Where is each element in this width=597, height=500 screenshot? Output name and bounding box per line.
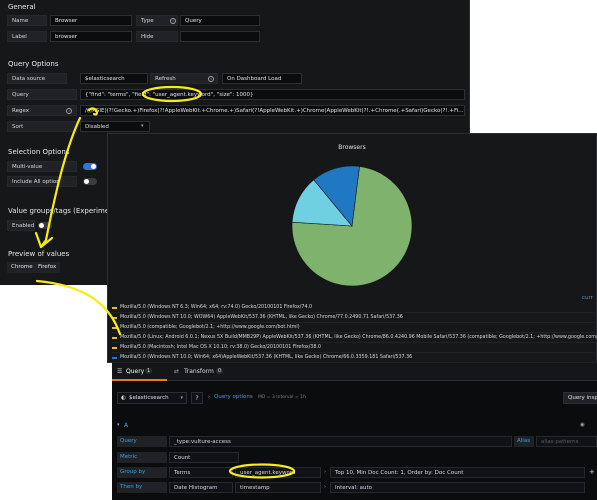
legend-item[interactable]: Mozilla/5.0 (Macintosh; Intel Mac OS X 1…	[112, 343, 597, 353]
query-inspector-button[interactable]: Query inspe	[563, 392, 597, 404]
sort-select[interactable]: Disabled	[80, 121, 150, 132]
help-icon[interactable]: ?	[191, 392, 203, 404]
tab-query[interactable]: ☰ Query 1	[112, 363, 167, 381]
elasticsearch-icon: ◐	[121, 395, 126, 401]
legend-item[interactable]: Mozilla/5.0 (Linux; Android 6.0.1; Nexus…	[112, 333, 597, 343]
chevron-down-icon: ▾	[117, 422, 120, 428]
transform-icon: ⇄	[174, 368, 180, 375]
then-by-field[interactable]: timestamp	[235, 482, 321, 493]
legend-label: Mozilla/5.0 (compatible; Googlebot/2.1; …	[120, 325, 300, 330]
datasource-picker[interactable]: ◐ $elasticsearch ▾	[117, 392, 187, 404]
legend-swatch	[112, 317, 117, 319]
enabled-label: Enabled	[7, 220, 35, 231]
panel-title: Browsers	[338, 144, 366, 151]
regex-input[interactable]: /((MSIE)(?!Gecko.+)Firefox(?!AppleWebKit…	[80, 105, 465, 116]
then-by-type[interactable]: Date Histogram	[169, 482, 233, 493]
include-all-toggle[interactable]	[83, 178, 97, 185]
type-select[interactable]: Query	[180, 15, 260, 26]
chevron-right-icon: ›	[324, 484, 326, 490]
metric-type[interactable]: Count	[169, 452, 239, 463]
chevron-down-icon: ▾	[180, 395, 183, 401]
tab-query-count: 1	[145, 368, 153, 374]
group-by-label: Group by	[117, 467, 167, 478]
query-tabs-bar: ☰ Query 1 ⇄ Transform 0	[112, 363, 597, 381]
info-icon: i	[66, 108, 72, 114]
refresh-select[interactable]: On Dashboard Load	[222, 73, 302, 84]
legend-label: Mozilla/5.0 (Linux; Android 6.0.1; Nexus…	[120, 335, 597, 340]
legend-swatch	[112, 357, 117, 359]
preview-title: Preview of values	[8, 250, 70, 258]
query-editor: ☰ Query 1 ⇄ Transform 0 ◐ $elasticsearch…	[112, 363, 597, 500]
group-by-field[interactable]: user_agent.keyword	[235, 467, 321, 478]
query-field-input[interactable]: _type:vulture-access	[169, 436, 512, 447]
label-input[interactable]: browser	[50, 31, 132, 42]
eye-icon[interactable]: ◉	[580, 422, 585, 428]
legend-label: Mozilla/5.0 (Macintosh; Intel Mac OS X 1…	[120, 345, 321, 350]
label-label: Label	[7, 31, 47, 42]
multi-value-toggle[interactable]	[83, 163, 97, 170]
general-section-title: General	[8, 3, 36, 11]
query-options-title: Query Options	[8, 60, 59, 68]
chevron-right-icon: ›	[208, 394, 210, 400]
datasource-select[interactable]: $elasticsearch	[80, 73, 148, 84]
datasource-label: Data source	[7, 73, 67, 84]
datasource-picker-value: $elasticsearch	[129, 395, 169, 401]
preview-value-firefox: Firefox	[34, 262, 61, 273]
tab-transform-label: Transform	[184, 368, 214, 375]
query-input[interactable]: {"find": "terms", "field": "user_agent.k…	[80, 89, 465, 100]
name-input[interactable]: Browser	[50, 15, 132, 26]
more-link[interactable]: curr	[582, 295, 593, 301]
legend-label: Mozilla/5.0 (Windows NT 6.3; Win64; x64;…	[120, 305, 313, 310]
legend-label: Mozilla/5.0 (Windows NT 10.0; WOW64) App…	[120, 315, 403, 320]
legend-item[interactable]: Mozilla/5.0 (Windows NT 6.3; Win64; x64;…	[112, 303, 597, 313]
info-icon: i	[170, 18, 176, 24]
include-all-label: Include All option	[7, 176, 77, 187]
alias-label: Alias	[514, 436, 534, 447]
pie-chart	[291, 165, 413, 287]
preview-value-chrome: Chrome	[7, 262, 37, 273]
chevron-down-icon: ▾	[141, 123, 144, 129]
legend-swatch	[112, 337, 117, 339]
multi-value-label: Multi-value	[7, 161, 77, 172]
tab-transform-count: 0	[216, 368, 224, 374]
metric-label: Metric	[117, 452, 167, 463]
name-label: Name	[7, 15, 47, 26]
plus-icon[interactable]: +	[589, 468, 595, 476]
legend-swatch	[112, 347, 117, 349]
enabled-toggle[interactable]	[38, 222, 52, 229]
hide-label: Hide	[136, 31, 178, 42]
query-options-button[interactable]: Query options	[214, 394, 253, 400]
query-row-header[interactable]: ▾ A ◉	[112, 421, 597, 431]
query-field-label: Query	[117, 436, 167, 447]
info-icon: i	[208, 76, 214, 82]
legend-swatch	[112, 307, 117, 309]
query-ref-id: A	[124, 422, 129, 429]
chevron-right-icon: ›	[324, 469, 326, 475]
query-label: Query	[7, 89, 77, 100]
then-by-options[interactable]: Interval: auto	[330, 482, 585, 493]
legend-label: Mozilla/5.0 (Windows NT 10.0; Win64; x64…	[120, 355, 413, 360]
selection-options-title: Selection Options	[8, 148, 70, 156]
then-by-label: Then by	[117, 482, 167, 493]
legend-item[interactable]: Mozilla/5.0 (Windows NT 10.0; Win64; x64…	[112, 353, 597, 363]
legend-item[interactable]: Mozilla/5.0 (compatible; Googlebot/2.1; …	[112, 323, 597, 333]
legend-swatch	[112, 327, 117, 329]
query-options-meta: MD = 3 Interval = 1h	[258, 395, 306, 400]
chart-legend: Mozilla/5.0 (Windows NT 6.3; Win64; x64;…	[112, 303, 597, 363]
sort-label: Sort	[7, 121, 77, 132]
legend-item[interactable]: Mozilla/5.0 (Windows NT 10.0; WOW64) App…	[112, 313, 597, 323]
group-by-type[interactable]: Terms	[169, 467, 233, 478]
tab-transform[interactable]: ⇄ Transform 0	[172, 363, 232, 381]
database-icon: ☰	[117, 368, 123, 375]
group-by-options[interactable]: Top 10, Min Doc Count: 1, Order by: Doc …	[330, 467, 585, 478]
alias-input[interactable]: alias patterns	[536, 436, 597, 447]
tab-query-label: Query	[126, 368, 145, 375]
hide-select[interactable]	[180, 31, 260, 42]
